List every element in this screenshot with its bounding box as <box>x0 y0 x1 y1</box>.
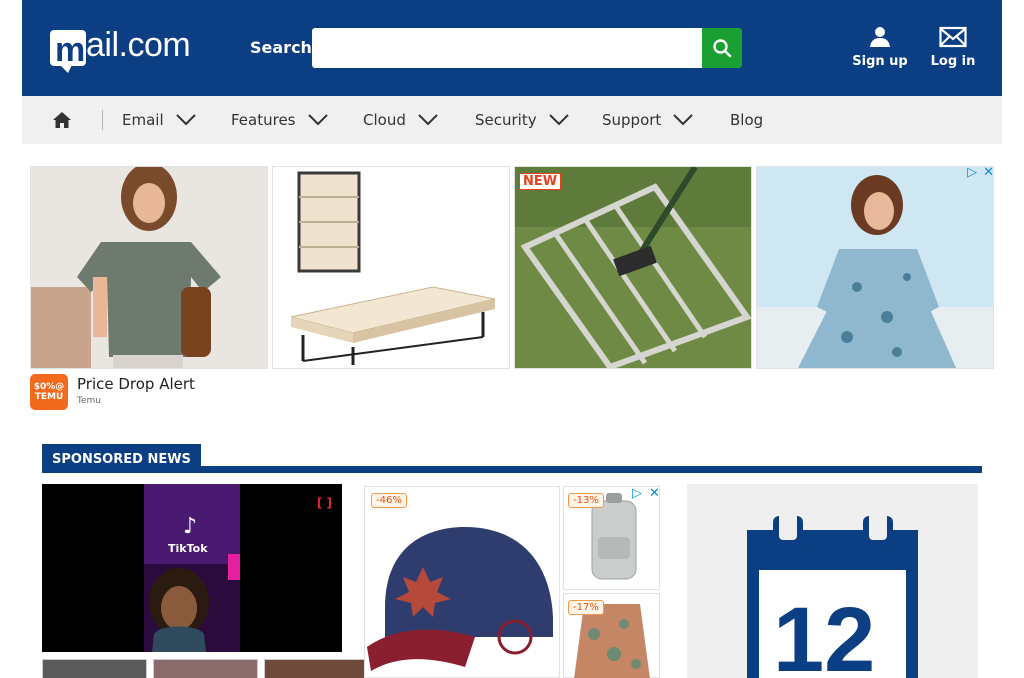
ad-controls: ▷ ✕ <box>632 486 660 501</box>
signup-button[interactable]: Sign up <box>850 26 910 69</box>
chevron-down-icon <box>175 114 196 126</box>
new-badge: NEW <box>519 173 562 190</box>
close-icon[interactable]: ✕ <box>983 166 994 179</box>
ad-image-tool[interactable]: NEW <box>514 166 752 369</box>
search-input[interactable] <box>312 28 702 68</box>
temu-logo[interactable]: $0%@ TEMU <box>30 374 68 410</box>
logo-letter: m <box>55 31 86 69</box>
nav-item-label: Email <box>122 111 164 129</box>
nav-item-support[interactable]: Support <box>602 96 694 144</box>
search-icon <box>713 39 732 58</box>
ad-image-backpack[interactable]: -13% <box>563 486 660 590</box>
section-divider <box>42 466 982 473</box>
ad-banner[interactable]: NEW ▷ ✕ $0%@ TEMU Price Drop Alert Temu <box>30 166 996 414</box>
login-label: Log in <box>930 54 976 69</box>
logo-text: ail.com <box>86 26 191 64</box>
ad-image-dress[interactable] <box>756 166 994 369</box>
search-label: Search <box>250 38 312 57</box>
shopping-ad[interactable]: -46% -13% -17% ▷ ✕ <box>364 486 662 678</box>
ad-image-shirt[interactable] <box>30 166 268 369</box>
chevron-down-icon <box>418 114 438 126</box>
user-icon <box>870 27 890 47</box>
nav-item-label: Cloud <box>363 111 406 129</box>
search-button[interactable] <box>702 28 742 68</box>
main-nav: Email Features Cloud Security Support Bl… <box>22 96 1002 144</box>
signup-label: Sign up <box>852 54 908 69</box>
ad-title[interactable]: Price Drop Alert <box>77 375 195 393</box>
calendar-day: 12 <box>773 589 876 678</box>
video-marker[interactable]: [ ] <box>317 496 332 510</box>
logo-mark: m <box>50 30 86 73</box>
ad-image-bed[interactable] <box>272 166 510 369</box>
ad-advertiser: Temu <box>77 396 101 406</box>
close-icon[interactable]: ✕ <box>649 486 660 501</box>
ad-controls: ▷ ✕ <box>967 166 994 179</box>
video-thumbnail[interactable] <box>264 659 369 678</box>
ad-image-cap[interactable]: -46% <box>364 486 560 678</box>
discount-badge: -17% <box>568 600 604 615</box>
nav-item-label: Features <box>231 111 296 129</box>
adchoices-icon[interactable]: ▷ <box>967 166 977 179</box>
video-thumbnail[interactable] <box>153 659 258 678</box>
adchoices-icon[interactable]: ▷ <box>632 486 642 501</box>
chevron-down-icon <box>548 114 569 126</box>
nav-item-cloud[interactable]: Cloud <box>363 96 438 144</box>
calendar-promo[interactable]: 12 <box>687 484 978 678</box>
mailcom-logo[interactable]: m ail.com <box>50 26 202 73</box>
nav-item-label: Blog <box>730 111 764 129</box>
envelope-icon <box>939 26 967 48</box>
ad-image-kimono[interactable]: -17% <box>563 593 660 678</box>
nav-item-label: Security <box>475 111 537 129</box>
home-icon[interactable] <box>52 110 72 130</box>
nav-divider <box>102 110 103 130</box>
video-thumbnail[interactable] <box>42 659 147 678</box>
video-player[interactable]: ♪ TikTok [ ] <box>42 484 342 652</box>
nav-item-features[interactable]: Features <box>231 96 328 144</box>
nav-item-label: Support <box>602 111 662 129</box>
site-header: m ail.com Search Sign up Log in <box>22 0 1002 96</box>
nav-item-blog[interactable]: Blog <box>730 96 763 144</box>
temu-logo-line1: $0%@ <box>33 382 65 392</box>
nav-item-email[interactable]: Email <box>122 96 196 144</box>
video-brand: TikTok <box>168 542 208 555</box>
nav-item-security[interactable]: Security <box>475 96 569 144</box>
temu-logo-line2: TEMU <box>34 392 64 402</box>
tiktok-icon: ♪ <box>183 514 198 539</box>
discount-badge: -13% <box>568 493 604 508</box>
chevron-down-icon <box>307 114 328 126</box>
login-button[interactable]: Log in <box>923 26 983 69</box>
discount-badge: -46% <box>371 493 407 508</box>
video-thumbnails <box>42 659 369 678</box>
chevron-down-icon <box>673 114 694 126</box>
